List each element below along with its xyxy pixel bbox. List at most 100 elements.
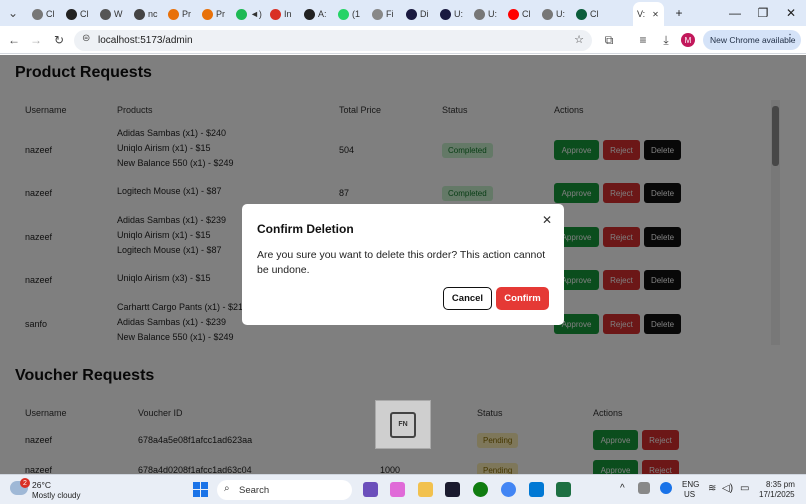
tab-favicon-icon [304,8,315,20]
tab-favicon-icon [474,8,485,20]
tab-label: ◄) [250,9,262,19]
fn-key-overlay: FN [375,400,431,449]
search-label: Search [239,484,270,496]
dialog-message: Are you sure you want to delete this ord… [257,249,546,276]
browser-tab[interactable]: A: [300,4,331,24]
wifi-icon[interactable]: ≋ [708,484,716,494]
tab-favicon-icon [202,8,213,20]
xbox-icon[interactable] [473,482,488,497]
tab-label: Cl [80,9,89,19]
browser-tab[interactable]: U: [436,4,467,24]
browser-tab[interactable]: ◄) [232,4,266,24]
tab-label: Di [420,9,429,19]
browser-tab[interactable]: Di [402,4,433,24]
address-bar[interactable]: ⊜ localhost:5173/admin ☆ [74,30,592,51]
browser-tab[interactable]: W [96,4,127,24]
chrome-update-label: New Chrome available [710,35,796,45]
tab-favicon-icon [100,8,111,20]
tab-favicon-icon [576,8,587,20]
tab-label: U: [556,9,565,19]
tab-search-chevron-icon[interactable]: ⌄ [4,4,22,22]
file-explorer-icon[interactable] [418,482,433,497]
browser-tab[interactable]: U: [538,4,569,24]
tab-favicon-icon [270,8,281,20]
browser-tab[interactable]: Cl [62,4,93,24]
weather-temp[interactable]: 26°C [32,480,51,490]
tab-favicon-icon [338,8,349,20]
lang-top[interactable]: ENG [682,480,699,490]
tab-favicon-icon [32,8,43,20]
browser-tab[interactable]: Fi [368,4,398,24]
tab-label: Fi [386,9,394,19]
tab-active-label: V: [637,9,646,19]
menu-kebab-icon[interactable]: ⋮ [785,33,795,44]
tab-label: nc [148,9,158,19]
tab-favicon-icon [440,8,451,20]
maximize-icon[interactable]: ❐ [749,4,777,22]
browser-tab[interactable]: U: [470,4,501,24]
profile-avatar[interactable]: M [681,33,695,47]
confirm-button[interactable]: Confirm [496,287,549,310]
media-control-icon[interactable]: ≡ [634,31,652,49]
download-icon[interactable]: ⤓ [657,31,675,49]
vscode-icon[interactable] [529,482,544,497]
fn-key-icon: FN [390,411,416,438]
tab-label: U: [454,9,463,19]
tray-app-icon[interactable] [638,482,650,494]
tab-favicon-icon [542,8,553,20]
browser-tab[interactable]: Cl [572,4,603,24]
taskbar-search-box[interactable]: ⌕ Search [217,480,352,500]
copilot-icon[interactable] [390,482,405,497]
windows-taskbar: 2 26°C Mostly cloudy ⌕ Search ^ ENG US ≋… [0,474,806,504]
forward-icon[interactable]: → [27,31,45,49]
weather-desc[interactable]: Mostly cloudy [32,491,80,501]
browser-tab[interactable]: (1 [334,4,364,24]
tab-favicon-icon [406,8,417,20]
minimize-icon[interactable]: — [721,4,749,22]
tab-label: Cl [46,9,55,19]
volume-icon[interactable]: ◁) [722,484,733,494]
clock-date[interactable]: 17/1/2025 [759,490,795,500]
browser-tab[interactable]: In [266,4,296,24]
close-window-icon[interactable]: ✕ [777,4,805,22]
close-icon[interactable]: ✕ [542,213,552,227]
dialog-title: Confirm Deletion [257,222,354,236]
tab-label: Cl [590,9,599,19]
tab-favicon-icon [236,8,247,20]
app-icon-1[interactable] [363,482,378,497]
browser-tab[interactable]: nc [130,4,162,24]
tray-network-app-icon[interactable] [660,482,672,494]
site-info-icon[interactable]: ⊜ [82,33,90,44]
tab-favicon-icon [372,8,383,20]
tray-chevron-icon[interactable]: ^ [620,484,625,494]
weather-badge: 2 [20,478,30,488]
browser-tab[interactable]: Cl [28,4,59,24]
tab-label: Pr [216,9,225,19]
address-url: localhost:5173/admin [98,35,193,46]
browser-tab[interactable]: Cl [504,4,535,24]
clock-time[interactable]: 8:35 pm [766,480,795,490]
search-icon: ⌕ [224,483,230,494]
excel-icon[interactable] [556,482,571,497]
back-icon[interactable]: ← [5,31,23,49]
reload-icon[interactable]: ↻ [50,31,68,49]
tab-favicon-icon [508,8,519,20]
windows-start-icon[interactable] [193,482,208,497]
new-chrome-available-button[interactable]: New Chrome available ⋮ [703,30,801,50]
chrome-icon[interactable] [501,482,516,497]
tab-favicon-icon [66,8,77,20]
tab-label: A: [318,9,327,19]
browser-tab[interactable]: Pr [164,4,195,24]
jetbrains-icon[interactable] [445,482,460,497]
extensions-icon[interactable]: ⧉ [600,31,618,49]
cancel-button[interactable]: Cancel [443,287,492,310]
tab-close-icon[interactable]: ✕ [652,10,659,19]
new-tab-button[interactable]: + [665,4,693,22]
tab-favicon-icon [168,8,179,20]
lang-bottom[interactable]: US [684,490,695,500]
tab-active[interactable]: V: ✕ [633,2,664,26]
bookmark-star-icon[interactable]: ☆ [574,33,584,46]
browser-tab[interactable]: Pr [198,4,229,24]
battery-icon[interactable]: ▭ [740,484,749,494]
tab-label: In [284,9,292,19]
